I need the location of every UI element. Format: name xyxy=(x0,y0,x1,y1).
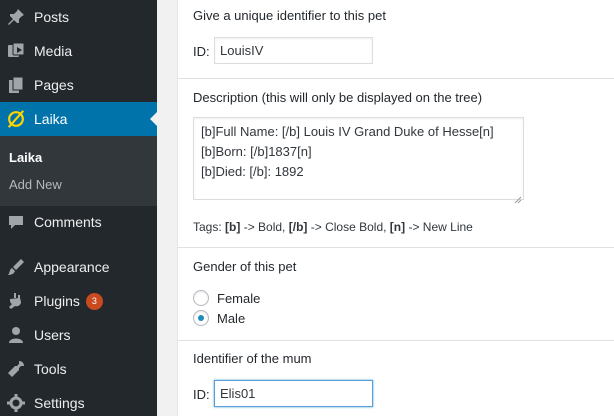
tag-close-desc: -> Close Bold, xyxy=(310,220,387,234)
menu-item-appearance[interactable]: Appearance xyxy=(0,250,157,284)
menu-label: Users xyxy=(34,327,71,343)
menu-item-comments[interactable]: Comments xyxy=(0,205,157,239)
tags-help: Tags: [b] -> Bold, [/b] -> Close Bold, [… xyxy=(193,220,473,234)
tag-newline-desc: -> New Line xyxy=(408,220,473,234)
female-radio[interactable] xyxy=(193,290,209,306)
identifier-label: Give a unique identifier to this pet xyxy=(193,8,386,23)
menu-item-settings[interactable]: Settings xyxy=(0,386,157,416)
mum-id-input[interactable] xyxy=(214,380,373,407)
media-icon xyxy=(6,41,26,61)
description-label: Description (this will only be displayed… xyxy=(193,90,483,105)
users-icon xyxy=(6,325,26,345)
menu-label: Laika xyxy=(34,111,68,127)
radio-label: Female xyxy=(217,290,261,306)
submenu-item-add-new[interactable]: Add New xyxy=(9,177,62,192)
appearance-icon xyxy=(6,257,26,277)
laika-submenu: Laika Add New xyxy=(0,136,157,206)
submenu-item-laika[interactable]: Laika xyxy=(9,150,42,165)
divider xyxy=(178,247,614,248)
menu-label: Media xyxy=(34,43,73,59)
menu-label: Posts xyxy=(34,9,70,25)
resize-grip-icon[interactable] xyxy=(514,190,522,204)
divider xyxy=(178,340,614,341)
mum-label: Identifier of the mum xyxy=(193,351,312,366)
menu-item-laika[interactable]: Laika xyxy=(0,102,157,136)
tag-newline: [n] xyxy=(389,220,406,234)
menu-item-media[interactable]: Media xyxy=(0,34,157,68)
description-line: [b]Died: [/b]: 1892 xyxy=(201,164,304,179)
comments-icon xyxy=(6,212,26,232)
mum-id-prefix: ID: xyxy=(193,387,210,402)
gender-option-male[interactable]: Male xyxy=(193,310,245,326)
menu-item-users[interactable]: Users xyxy=(0,318,157,352)
pushpin-icon xyxy=(6,7,26,27)
pet-edit-form: Give a unique identifier to this pet ID:… xyxy=(177,0,614,416)
tools-icon xyxy=(6,359,26,379)
tags-prefix: Tags: xyxy=(193,220,222,234)
tag-close-bold: [/b] xyxy=(288,220,308,234)
tag-bold: [b] xyxy=(225,220,241,234)
radio-label: Male xyxy=(217,310,246,326)
id-prefix: ID: xyxy=(193,44,210,59)
menu-label: Pages xyxy=(34,77,74,93)
menu-label: Tools xyxy=(34,361,67,377)
plugin-update-badge: 3 xyxy=(85,292,103,310)
description-line: [b]Full Name: [/b] Louis IV Grand Duke o… xyxy=(201,124,494,139)
gender-label: Gender of this pet xyxy=(193,259,297,274)
menu-label: Settings xyxy=(34,395,85,411)
tag-bold-desc: -> Bold, xyxy=(243,220,286,234)
menu-item-tools[interactable]: Tools xyxy=(0,352,157,386)
menu-label: Plugins xyxy=(34,293,80,309)
menu-item-plugins[interactable]: Plugins 3 xyxy=(0,284,157,318)
menu-item-posts[interactable]: Posts xyxy=(0,0,157,34)
admin-sidebar: Posts Media Pages Laika Laika Add New Co… xyxy=(0,0,157,416)
divider xyxy=(178,78,614,79)
menu-label: Appearance xyxy=(34,259,110,275)
male-radio[interactable] xyxy=(193,310,209,326)
menu-item-pages[interactable]: Pages xyxy=(0,68,157,102)
gender-option-female[interactable]: Female xyxy=(193,290,260,306)
description-textarea[interactable]: [b]Full Name: [/b] Louis IV Grand Duke o… xyxy=(193,117,524,204)
laika-icon xyxy=(6,109,26,129)
pages-icon xyxy=(6,75,26,95)
settings-icon xyxy=(6,393,26,413)
plugins-icon xyxy=(6,291,26,311)
pet-id-input[interactable] xyxy=(214,37,373,64)
menu-label: Comments xyxy=(34,214,102,230)
description-line: [b]Born: [/b]1837[n] xyxy=(201,144,312,159)
